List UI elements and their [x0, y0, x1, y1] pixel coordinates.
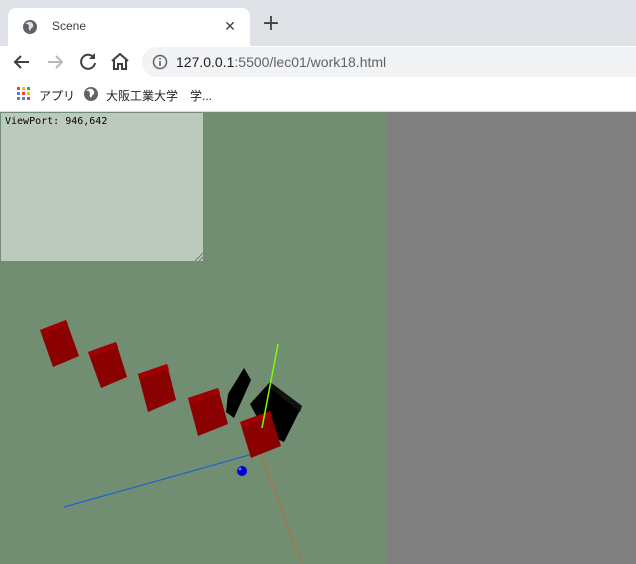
- info-icon[interactable]: [152, 54, 168, 70]
- bookmarks-bar: アプリ 大阪工業大学 学...: [0, 78, 636, 112]
- page-viewport: ViewPort: 946,642: [0, 112, 636, 564]
- globe-icon: [23, 20, 37, 34]
- back-arrow-icon[interactable]: [10, 50, 34, 74]
- viewport-label: ViewPort: 946,642: [5, 116, 108, 127]
- url-host: 127.0.0.1: [176, 54, 235, 70]
- address-bar[interactable]: 127.0.0.1:5500/lec01/work18.html: [142, 47, 636, 77]
- url-text[interactable]: 127.0.0.1:5500/lec01/work18.html: [176, 54, 386, 70]
- bookmark-truncated[interactable]: 学...: [167, 85, 217, 103]
- toolbar: 127.0.0.1:5500/lec01/work18.html: [0, 46, 636, 78]
- globe-icon: [84, 87, 98, 101]
- forward-arrow-icon[interactable]: [43, 50, 67, 74]
- close-icon[interactable]: ✕: [222, 18, 238, 34]
- tab-title: Scene: [52, 19, 87, 33]
- home-icon[interactable]: [108, 50, 132, 74]
- bookmark-label: アプリ: [39, 89, 76, 103]
- new-tab-button[interactable]: +: [260, 13, 282, 36]
- tab-scene[interactable]: Scene ✕: [8, 8, 250, 46]
- blue-sphere: [237, 466, 247, 476]
- bookmark-apps[interactable]: アプリ: [16, 85, 76, 103]
- apps-grid-icon: [17, 87, 30, 100]
- tab-strip: Scene ✕ +: [0, 0, 636, 46]
- bookmark-label: 学...: [190, 89, 213, 103]
- reload-icon[interactable]: [76, 50, 100, 74]
- viewport-info-panel: ViewPort: 946,642: [1, 113, 203, 261]
- url-path: :5500/lec01/work18.html: [234, 54, 387, 70]
- resize-grip-icon[interactable]: [193, 251, 203, 261]
- sphere-highlight: [238, 467, 242, 471]
